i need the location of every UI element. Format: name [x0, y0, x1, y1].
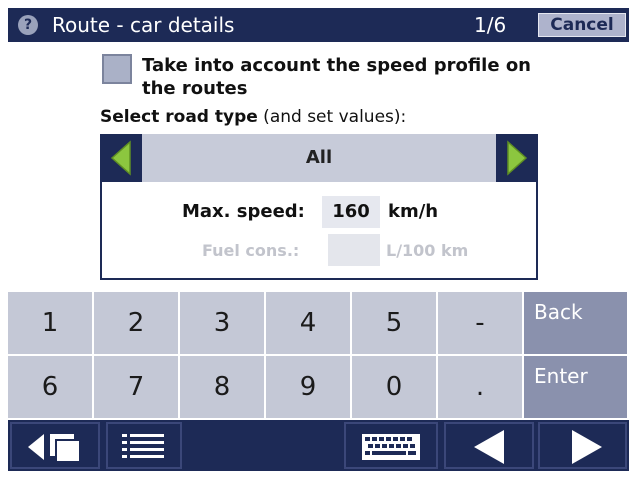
speed-profile-label[interactable]: Take into account the speed profile on t… [142, 54, 562, 100]
key-1[interactable]: 1 [8, 292, 94, 356]
key-4[interactable]: 4 [266, 292, 352, 356]
road-type-selector: All [100, 134, 538, 182]
next-arrow-icon [572, 430, 602, 464]
car-details-panel: Take into account the speed profile on t… [8, 42, 629, 292]
switch-window-button[interactable] [10, 422, 100, 469]
key-0[interactable]: 0 [352, 356, 438, 420]
key-9[interactable]: 9 [266, 356, 352, 420]
previous-button[interactable] [444, 422, 534, 469]
fuel-cons-input [328, 234, 380, 266]
menu-list-icon [122, 434, 164, 458]
title-bar: ? Route - car details 1/6 Cancel [8, 8, 629, 42]
help-icon[interactable]: ? [18, 15, 38, 35]
max-speed-label: Max. speed: [182, 201, 305, 222]
switch-window-icon [28, 434, 81, 463]
road-type-label-rest: (and set values): [257, 107, 407, 127]
key-3[interactable]: 3 [180, 292, 266, 356]
previous-arrow-icon [474, 430, 504, 464]
page-indicator: 1/6 [474, 13, 507, 37]
key-2[interactable]: 2 [94, 292, 180, 356]
arrow-left-icon [110, 140, 131, 176]
cancel-button[interactable]: Cancel [538, 13, 626, 37]
back-button[interactable]: Back [524, 292, 629, 356]
bottom-bar [8, 420, 629, 471]
key-8[interactable]: 8 [180, 356, 266, 420]
enter-button[interactable]: Enter [524, 356, 629, 420]
road-type-label: Select road type (and set values): [100, 106, 406, 128]
max-speed-unit: km/h [388, 201, 439, 222]
numeric-keypad: 1 2 3 4 5 - Back 6 7 8 9 0 . Enter [8, 292, 629, 420]
arrow-right-icon [507, 140, 528, 176]
fuel-cons-unit: L/100 km [386, 241, 469, 260]
key-dot[interactable]: . [438, 356, 524, 420]
max-speed-input[interactable]: 160 [322, 196, 380, 228]
road-values-panel: Max. speed: 160 km/h Fuel cons.: L/100 k… [100, 182, 538, 280]
road-type-label-bold: Select road type [100, 107, 258, 127]
road-type-prev-button[interactable] [100, 134, 142, 182]
menu-button[interactable] [106, 422, 182, 469]
road-type-next-button[interactable] [496, 134, 538, 182]
next-button[interactable] [538, 422, 627, 469]
road-type-value: All [142, 134, 496, 182]
key-6[interactable]: 6 [8, 356, 94, 420]
keyboard-button[interactable] [344, 422, 438, 469]
keyboard-icon [362, 434, 420, 460]
fuel-cons-label: Fuel cons.: [202, 241, 300, 260]
key-5[interactable]: 5 [352, 292, 438, 356]
page-title: Route - car details [52, 13, 235, 37]
speed-profile-checkbox[interactable] [102, 54, 132, 84]
key-7[interactable]: 7 [94, 356, 180, 420]
key-minus[interactable]: - [438, 292, 524, 356]
